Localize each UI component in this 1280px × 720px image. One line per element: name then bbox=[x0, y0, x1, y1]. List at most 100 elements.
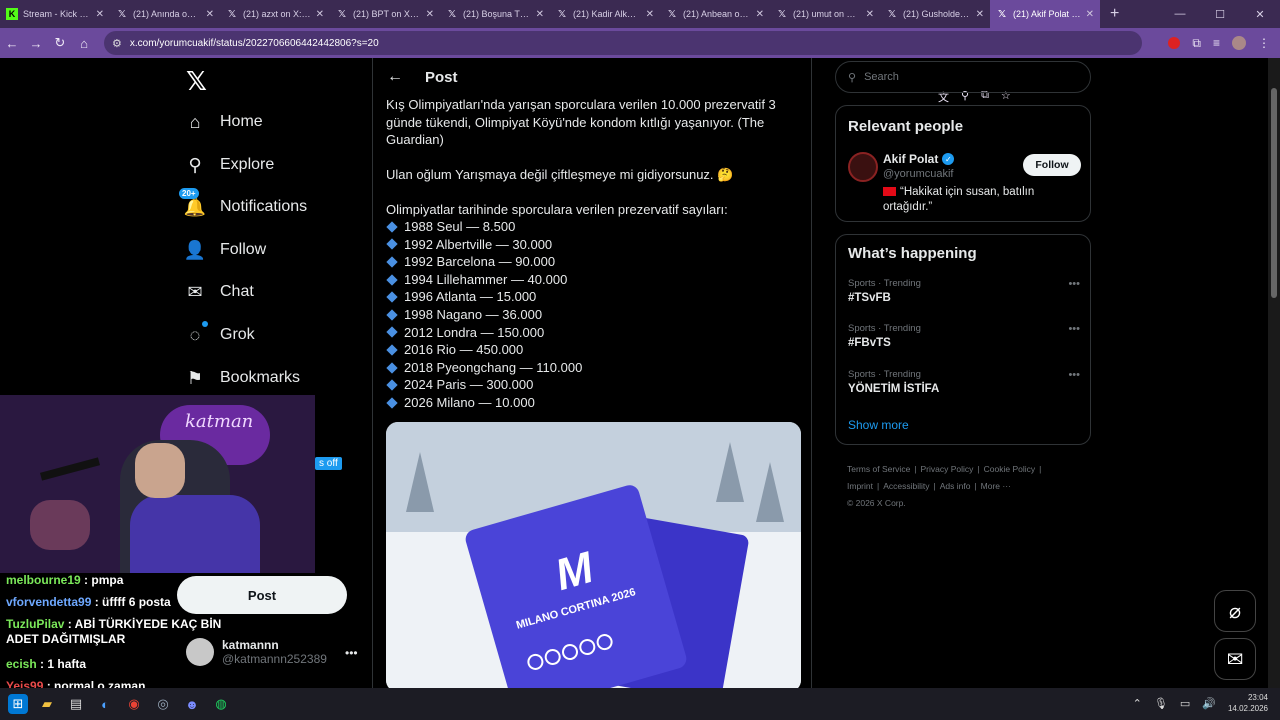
messages-fab-icon[interactable]: ✉ bbox=[1214, 638, 1256, 680]
browser-tab[interactable]: 𝕏 (21) Akif Polat on ✕ bbox=[990, 0, 1100, 28]
browser-tab[interactable]: K Stream - Kick Da ✕ bbox=[0, 0, 110, 28]
more-icon[interactable]: ••• bbox=[1068, 278, 1080, 290]
spotify-icon[interactable]: ◍ bbox=[211, 694, 231, 714]
browser-tab[interactable]: 𝕏 (21) Anbean on X: ✕ bbox=[660, 0, 770, 28]
profile-avatar[interactable] bbox=[1232, 36, 1246, 50]
browser-menu-icon[interactable]: ⋮ bbox=[1258, 36, 1270, 50]
more-icon[interactable]: ••• bbox=[345, 646, 358, 660]
follow-button[interactable]: Follow bbox=[1023, 154, 1081, 176]
post-image[interactable]: M MILANO CORTINA 2026 bbox=[386, 422, 801, 688]
sidebar-item-bookmarks[interactable]: ⚑ Bookmarks bbox=[184, 360, 300, 396]
notepad-icon[interactable]: ▤ bbox=[66, 694, 86, 714]
neon-sign: katman bbox=[185, 411, 254, 432]
sidebar-item-follow[interactable]: 👤 Follow bbox=[184, 232, 266, 268]
extension-red-icon[interactable] bbox=[1168, 37, 1181, 49]
grok-fab-icon[interactable]: ⌀ bbox=[1214, 590, 1256, 632]
sidebar-item-notifications[interactable]: 🔔 20+ Notifications bbox=[179, 188, 307, 225]
close-tab-icon[interactable]: ✕ bbox=[96, 9, 104, 20]
footer-separator: | bbox=[974, 481, 977, 491]
close-tab-icon[interactable]: ✕ bbox=[536, 9, 544, 20]
scrollbar-thumb[interactable] bbox=[1271, 88, 1277, 298]
maximize-icon[interactable]: ☐ bbox=[1200, 8, 1240, 21]
x-icon: 𝕏 bbox=[337, 8, 347, 20]
mic-icon[interactable]: 🎙 bbox=[1154, 697, 1168, 710]
sidebar-item-grok[interactable]: ◌ Grok bbox=[184, 317, 255, 353]
list-item: 1992 Albertville — 30.000 bbox=[386, 236, 582, 254]
browser-tab[interactable]: 𝕏 (21) Anında on X: "Fr ✕ bbox=[110, 0, 220, 28]
steam-icon[interactable]: ◎ bbox=[153, 694, 173, 714]
diamond-icon bbox=[386, 344, 398, 356]
footer-link[interactable]: More ··· bbox=[981, 481, 1011, 491]
x-logo-icon[interactable]: 𝕏 bbox=[186, 66, 207, 97]
footer-links: Terms of Service | Privacy Policy | Cookie P… bbox=[847, 461, 1087, 512]
extensions-puzzle-icon[interactable]: ⧉ bbox=[1192, 36, 1201, 51]
back-icon[interactable]: ← bbox=[0, 36, 24, 51]
browser-tab[interactable]: 𝕏 (21) azxt on X: "Fi ✕ bbox=[220, 0, 330, 28]
x-icon: 𝕏 bbox=[997, 8, 1007, 20]
streamer-shirt bbox=[130, 495, 260, 573]
chevron-up-icon[interactable]: ⌃ bbox=[1133, 697, 1142, 710]
browser-tab[interactable]: 𝕏 (21) Kadir Alkan o ✕ bbox=[550, 0, 660, 28]
show-more-link[interactable]: Show more bbox=[848, 418, 909, 432]
clock[interactable]: 23:04 14.02.2026 bbox=[1228, 692, 1268, 714]
url-text: x.com/yorumcuakif/status/202270660644244… bbox=[129, 37, 379, 49]
close-tab-icon[interactable]: ✕ bbox=[426, 9, 434, 20]
close-tab-icon[interactable]: ✕ bbox=[976, 9, 984, 20]
page-scrollbar[interactable] bbox=[1268, 58, 1280, 688]
sidebar-item-explore[interactable]: ⚲ Explore bbox=[184, 147, 274, 183]
x-icon: 𝕏 bbox=[227, 8, 237, 20]
list-item-text: 2016 Rio — 450.000 bbox=[404, 342, 524, 358]
close-tab-icon[interactable]: ✕ bbox=[756, 9, 764, 20]
x-icon: 𝕏 bbox=[557, 8, 567, 20]
chat-username: melbourne19 bbox=[6, 573, 81, 587]
footer-link[interactable]: Ads info bbox=[940, 481, 971, 491]
search-input[interactable]: ⚲ Search bbox=[835, 61, 1091, 93]
start-icon[interactable]: ⊞ bbox=[8, 694, 28, 714]
footer-link[interactable]: Imprint bbox=[847, 481, 873, 491]
media-icon[interactable]: ≡ bbox=[1213, 36, 1220, 50]
trend-item[interactable]: Sports · Trending YÖNETİM İSTİFA ••• bbox=[848, 369, 1080, 395]
back-arrow-icon[interactable]: ← bbox=[387, 68, 403, 86]
footer-link[interactable]: Terms of Service bbox=[847, 464, 910, 474]
browser-tab[interactable]: 𝕏 (21) Gusholder H ✕ bbox=[880, 0, 990, 28]
footer-link[interactable]: Accessibility bbox=[883, 481, 929, 491]
close-window-icon[interactable]: ✕ bbox=[1240, 8, 1280, 21]
close-tab-icon[interactable]: ✕ bbox=[646, 9, 654, 20]
sidebar-item-chat[interactable]: ✉ Chat bbox=[184, 274, 253, 310]
browser-tab[interactable]: 𝕏 (21) BPT on X: "Ca ✕ bbox=[330, 0, 440, 28]
discord-icon[interactable]: ☻ bbox=[182, 694, 202, 714]
footer-link[interactable]: © 2026 X Corp. bbox=[847, 498, 906, 508]
browser-tab[interactable]: 𝕏 (21) Boşuna Tıklar ✕ bbox=[440, 0, 550, 28]
folder-icon[interactable]: ▰ bbox=[37, 694, 57, 714]
browser-tab[interactable]: 𝕏 (21) umut on X: " ✕ bbox=[770, 0, 880, 28]
volume-icon[interactable]: 🔊 bbox=[1202, 697, 1216, 710]
close-tab-icon[interactable]: ✕ bbox=[316, 9, 324, 20]
edge-icon[interactable]: ◐ bbox=[95, 694, 115, 714]
reload-icon[interactable]: ↻ bbox=[48, 35, 72, 51]
person-bio-text: “Hakikat için susan, batılın ortağıdır.” bbox=[883, 186, 1035, 213]
whats-happening-box: What’s happening Show more Sports · Tren… bbox=[835, 234, 1091, 445]
new-tab-icon[interactable]: + bbox=[1110, 5, 1119, 23]
home-browser-icon[interactable]: ⌂ bbox=[72, 36, 96, 51]
minimize-icon[interactable]: — bbox=[1160, 8, 1200, 20]
person-name[interactable]: Akif Polat ✓ bbox=[883, 152, 955, 166]
bookmark-icon: ⚑ bbox=[186, 367, 204, 388]
chrome-icon[interactable]: ◉ bbox=[124, 694, 144, 714]
forward-icon[interactable]: → bbox=[24, 36, 48, 51]
footer-separator: | bbox=[876, 481, 880, 491]
trend-item[interactable]: Sports · Trending #FBvTS ••• bbox=[848, 323, 1080, 349]
close-tab-icon[interactable]: ✕ bbox=[866, 9, 874, 20]
display-icon[interactable]: ▭ bbox=[1180, 697, 1190, 710]
site-info-icon[interactable]: ⚙ bbox=[112, 37, 122, 50]
trend-item[interactable]: Sports · Trending #TSvFB ••• bbox=[848, 278, 1080, 304]
more-icon[interactable]: ••• bbox=[1068, 323, 1080, 335]
footer-link[interactable]: Privacy Policy bbox=[921, 464, 974, 474]
close-tab-icon[interactable]: ✕ bbox=[1086, 9, 1094, 20]
footer-link[interactable]: Cookie Policy bbox=[984, 464, 1036, 474]
close-tab-icon[interactable]: ✕ bbox=[206, 9, 214, 20]
diamond-icon bbox=[386, 238, 398, 251]
url-field[interactable]: ⚙ x.com/yorumcuakif/status/2022706606442… bbox=[104, 31, 1142, 104]
sidebar-item-home[interactable]: ⌂ Home bbox=[184, 104, 263, 140]
avatar[interactable] bbox=[848, 152, 878, 182]
more-icon[interactable]: ••• bbox=[1068, 369, 1080, 381]
